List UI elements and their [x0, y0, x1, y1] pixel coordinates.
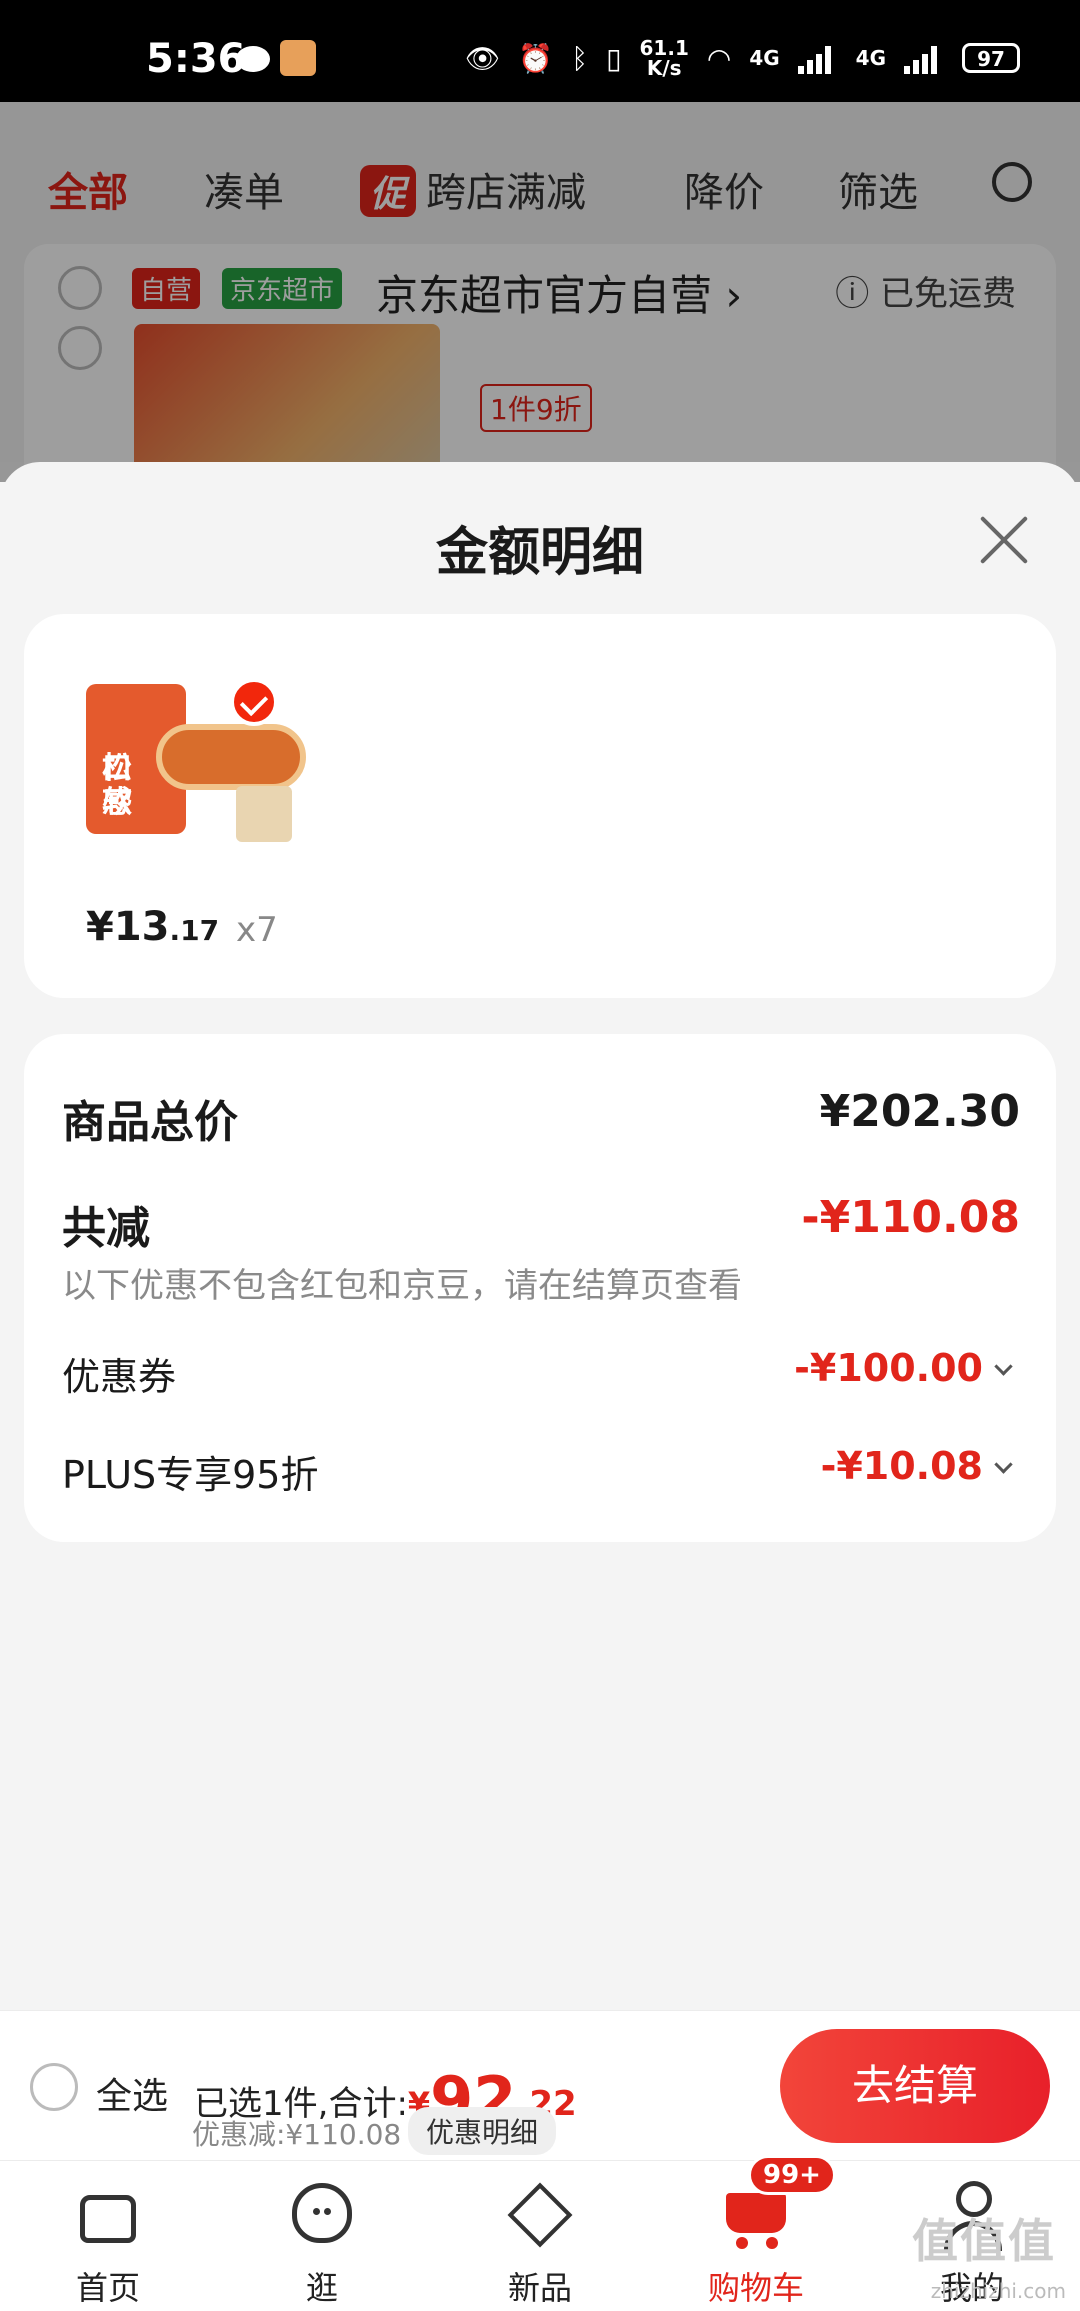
tab-cart[interactable]: 99+ 购物车 — [656, 2155, 856, 2311]
box-icon — [506, 2179, 574, 2248]
alarm-icon: ⏰ — [518, 41, 554, 75]
select-all-label[interactable]: 全选 — [96, 2067, 168, 2119]
product-card: 口感 松软 ¥13.17 x7 — [24, 614, 1056, 998]
coupon-value: -¥100.00 — [794, 1346, 983, 1390]
bread-image — [236, 786, 292, 842]
checkout-bar: 全选 已选1件,合计:¥92.22 优惠减:¥110.08 优惠明细 去结算 — [0, 2010, 1080, 2161]
savings-text: 优惠减:¥110.08 — [192, 2118, 402, 2151]
wechat-icon — [236, 46, 270, 72]
close-icon[interactable] — [978, 514, 1030, 566]
chevron-down-icon — [994, 1455, 1013, 1474]
checkout-button[interactable]: 去结算 — [780, 2029, 1050, 2143]
plus-discount-label: PLUS专享95折 — [62, 1453, 319, 1497]
modal-overlay[interactable] — [0, 102, 1080, 482]
total-reduction-value: -¥110.08 — [801, 1192, 1020, 1243]
total-price-value: ¥202.30 — [819, 1086, 1020, 1137]
price-integer: ¥13 — [86, 904, 170, 950]
plus-discount-row[interactable]: -¥10.08 — [820, 1444, 1013, 1488]
select-all-radio[interactable] — [30, 2063, 78, 2111]
tab-home-label: 首页 — [75, 2269, 140, 2307]
cart-count-badge: 99+ — [748, 2155, 836, 2195]
tab-home[interactable]: 首页 — [8, 2161, 208, 2311]
status-icons: 👁 ⏰ ᛒ ▯ 61.1 K/s ◠ 4G 4G 97 — [465, 38, 1020, 78]
amount-detail-card: 商品总价 ¥202.30 共减 -¥110.08 以下优惠不包含红包和京豆，请在… — [24, 1034, 1056, 1542]
total-price-label: 商品总价 — [62, 1097, 238, 1148]
reduction-note: 以下优惠不包含红包和京豆，请在结算页查看 — [62, 1266, 742, 1306]
selected-check-icon — [230, 678, 278, 726]
sheet-title: 金额明细 — [435, 523, 644, 583]
plus-discount-value: -¥10.08 — [820, 1444, 983, 1488]
coupon-label: 优惠券 — [62, 1355, 177, 1399]
tab-new[interactable]: 新品 — [440, 2161, 640, 2311]
price-decimal: .17 — [169, 914, 220, 947]
status-time: 5:36 — [146, 36, 246, 82]
home-icon — [74, 2179, 142, 2247]
eye-icon: 👁 — [464, 41, 501, 75]
net-speed-unit: K/s — [646, 56, 682, 80]
signal-icon — [797, 42, 838, 74]
chevron-down-icon — [994, 1357, 1013, 1376]
watermark-text: zhizhizhi.com — [930, 2279, 1066, 2303]
total-reduction-label: 共减 — [62, 1203, 150, 1254]
vibrate-icon: ▯ — [606, 41, 622, 75]
tab-browse[interactable]: 逛 — [222, 2161, 422, 2311]
status-bar: 5:36 👁 ⏰ ᛒ ▯ 61.1 K/s ◠ 4G 4G 97 — [0, 0, 1080, 102]
battery-icon: 97 — [962, 43, 1020, 73]
tab-browse-label: 逛 — [305, 2269, 338, 2307]
product-quantity: x7 — [236, 910, 278, 950]
hotdog-image — [156, 724, 306, 790]
face-icon — [288, 2179, 356, 2247]
discount-detail-button[interactable]: 优惠明细 — [408, 2107, 557, 2155]
product-unit-price: ¥13.17 — [86, 904, 219, 950]
network-type-1: 4G — [749, 46, 780, 70]
app-notification-icon — [280, 40, 316, 76]
signal-icon-2 — [904, 42, 944, 74]
bluetooth-icon: ᛒ — [571, 41, 589, 75]
coupon-row[interactable]: -¥100.00 — [794, 1346, 1013, 1390]
wifi-icon: ◠ — [706, 41, 732, 75]
tab-new-label: 新品 — [507, 2269, 572, 2307]
tab-cart-label: 购物车 — [707, 2269, 804, 2307]
watermark-logo: 值值值 — [912, 2214, 1056, 2268]
network-type-2: 4G — [855, 46, 886, 70]
package-text-2: 松软 — [102, 751, 132, 820]
price-detail-sheet: 金额明细 口感 松软 ¥13.17 x7 商品总价 ¥202.30 共减 -¥11… — [0, 462, 1080, 2010]
bottom-tab-bar: 首页 逛 新品 99+ 购物车 我的 值值值 zhizhizhi.com — [0, 2155, 1080, 2311]
net-speed: 61.1 K/s — [640, 38, 689, 78]
